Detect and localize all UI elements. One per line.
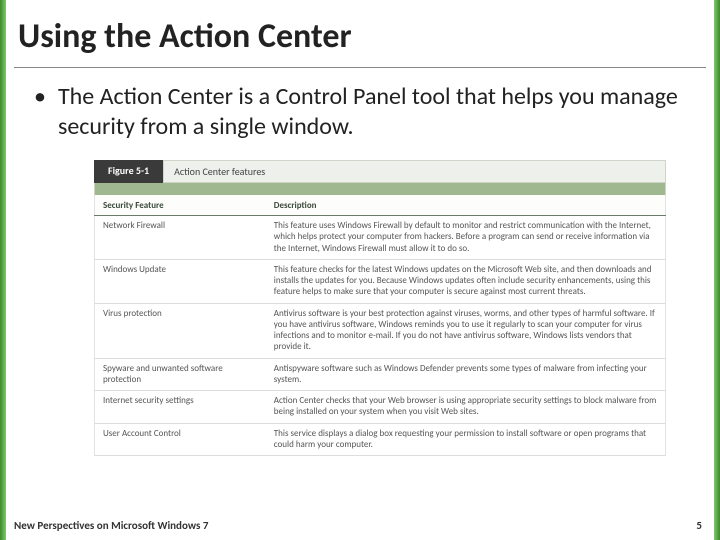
cell-feature: User Account Control [95,423,266,456]
table-row: Windows Update This feature checks for t… [95,259,666,303]
figure-label: Figure 5-1 [94,160,163,183]
table-row: Network Firewall This feature uses Windo… [95,216,666,260]
bullet-item: • The Action Center is a Control Panel t… [14,82,706,154]
col-header-description: Description [266,195,666,216]
cell-description: Action Center checks that your Web brows… [266,391,666,424]
features-table: Security Feature Description Network Fir… [94,195,666,456]
figure-caption: Action Center features [163,160,666,183]
accent-left-bar [0,0,6,540]
table-row: Internet security settings Action Center… [95,391,666,424]
table-row: Spyware and unwanted software protection… [95,358,666,391]
table-header-row: Security Feature Description [95,195,666,216]
cell-feature: Virus protection [95,303,266,358]
cell-feature: Windows Update [95,259,266,303]
cell-description: This feature uses Windows Firewall by de… [266,216,666,260]
page-number: 5 [696,519,702,532]
cell-description: Antispyware software such as Windows Def… [266,358,666,391]
table-row: Virus protection Antivirus software is y… [95,303,666,358]
cell-description: This service displays a dialog box reque… [266,423,666,456]
footer-text-left: New Perspectives on Microsoft Windows 7 [14,519,208,532]
bullet-text: The Action Center is a Control Panel too… [58,82,696,142]
figure-header: Figure 5-1 Action Center features [94,160,666,183]
cell-feature: Internet security settings [95,391,266,424]
cell-description: Antivirus software is your best protecti… [266,303,666,358]
slide-footer: New Perspectives on Microsoft Windows 7 … [14,519,702,532]
figure: Figure 5-1 Action Center features Securi… [94,160,666,456]
figure-color-bar [94,183,666,195]
bullet-dot: • [34,82,46,142]
cell-description: This feature checks for the latest Windo… [266,259,666,303]
cell-feature: Spyware and unwanted software protection [95,358,266,391]
cell-feature: Network Firewall [95,216,266,260]
table-row: User Account Control This service displa… [95,423,666,456]
accent-right-bar [714,0,720,540]
col-header-feature: Security Feature [95,195,266,216]
slide-title: Using the Action Center [14,10,706,68]
slide-body: Using the Action Center • The Action Cen… [14,10,706,530]
